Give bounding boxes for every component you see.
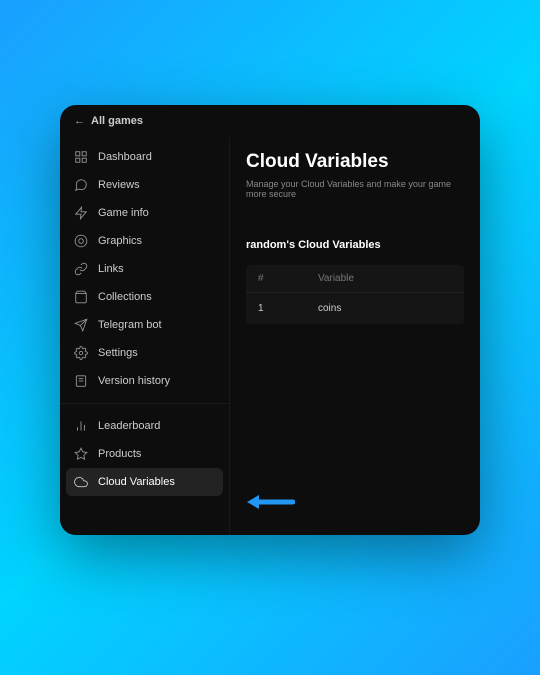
graphics-icon xyxy=(74,234,88,248)
content-area: Dashboard Reviews Game info Graphics Lin xyxy=(60,137,480,535)
sidebar-label: Telegram bot xyxy=(98,319,162,331)
back-to-games-link[interactable]: ← All games xyxy=(60,105,480,137)
page-subtitle: Manage your Cloud Variables and make you… xyxy=(246,179,464,199)
variables-table: # Variable 1 coins xyxy=(246,265,464,324)
page-title: Cloud Variables xyxy=(246,151,464,173)
section-title: random's Cloud Variables xyxy=(246,239,464,251)
links-icon xyxy=(74,262,88,276)
sidebar-item-links[interactable]: Links xyxy=(60,255,229,283)
cell-num: 1 xyxy=(258,303,318,314)
sidebar-item-settings[interactable]: Settings xyxy=(60,339,229,367)
sidebar-divider xyxy=(60,403,229,404)
table-header: # Variable xyxy=(246,265,464,293)
settings-icon xyxy=(74,346,88,360)
reviews-icon xyxy=(74,178,88,192)
sidebar-label: Leaderboard xyxy=(98,420,160,432)
col-header-variable: Variable xyxy=(318,273,452,284)
sidebar-label: Settings xyxy=(98,347,138,359)
sidebar: Dashboard Reviews Game info Graphics Lin xyxy=(60,137,230,535)
leaderboard-icon xyxy=(74,419,88,433)
sidebar-item-gameinfo[interactable]: Game info xyxy=(60,199,229,227)
sidebar-item-collections[interactable]: Collections xyxy=(60,283,229,311)
sidebar-section-2: Leaderboard Products Cloud Variables xyxy=(60,406,229,502)
products-icon xyxy=(74,447,88,461)
dashboard-icon xyxy=(74,150,88,164)
sidebar-item-leaderboard[interactable]: Leaderboard xyxy=(60,412,229,440)
app-window: ← All games Dashboard Reviews Game info xyxy=(60,105,480,535)
cloud-icon xyxy=(74,475,88,489)
sidebar-label: Game info xyxy=(98,207,149,219)
sidebar-label: Reviews xyxy=(98,179,140,191)
sidebar-item-telegram[interactable]: Telegram bot xyxy=(60,311,229,339)
gameinfo-icon xyxy=(74,206,88,220)
sidebar-item-reviews[interactable]: Reviews xyxy=(60,171,229,199)
sidebar-section-1: Dashboard Reviews Game info Graphics Lin xyxy=(60,137,229,401)
sidebar-item-cloud-variables[interactable]: Cloud Variables xyxy=(66,468,223,496)
sidebar-item-version[interactable]: Version history xyxy=(60,367,229,395)
back-label: All games xyxy=(91,115,143,127)
collections-icon xyxy=(74,290,88,304)
sidebar-label: Collections xyxy=(98,291,152,303)
sidebar-label: Dashboard xyxy=(98,151,152,163)
cell-variable: coins xyxy=(318,303,452,314)
table-row[interactable]: 1 coins xyxy=(246,293,464,324)
sidebar-item-dashboard[interactable]: Dashboard xyxy=(60,143,229,171)
sidebar-label: Graphics xyxy=(98,235,142,247)
version-icon xyxy=(74,374,88,388)
sidebar-label: Links xyxy=(98,263,124,275)
telegram-icon xyxy=(74,318,88,332)
main-panel: Cloud Variables Manage your Cloud Variab… xyxy=(230,137,480,535)
sidebar-label: Cloud Variables xyxy=(98,476,175,488)
col-header-num: # xyxy=(258,273,318,284)
sidebar-item-products[interactable]: Products xyxy=(60,440,229,468)
sidebar-label: Products xyxy=(98,448,141,460)
sidebar-item-graphics[interactable]: Graphics xyxy=(60,227,229,255)
back-arrow-icon: ← xyxy=(74,115,85,127)
sidebar-label: Version history xyxy=(98,375,170,387)
